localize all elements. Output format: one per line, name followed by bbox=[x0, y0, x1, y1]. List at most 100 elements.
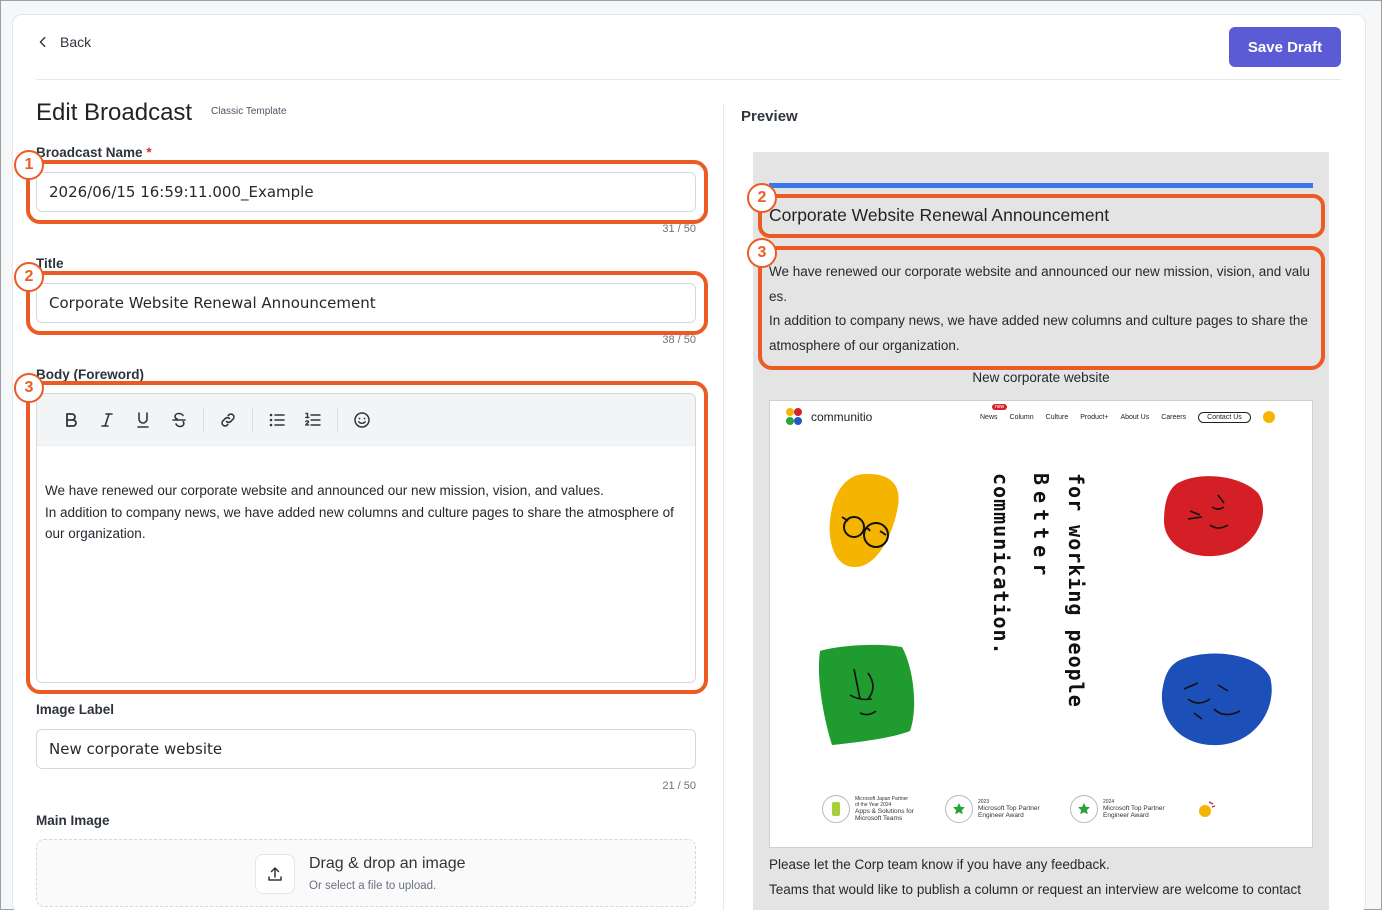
annotation-marker-2: 2 bbox=[14, 262, 44, 292]
emoji-icon bbox=[354, 411, 370, 428]
italic-button[interactable] bbox=[89, 404, 125, 436]
preview-body: We have renewed our corporate website an… bbox=[769, 260, 1315, 359]
preview-panel: Corporate Website Renewal Announcement W… bbox=[753, 152, 1329, 910]
new-badge: new bbox=[992, 404, 1008, 410]
required-mark: * bbox=[146, 145, 152, 160]
template-tag: Classic Template bbox=[211, 106, 287, 117]
toolbar-separator bbox=[337, 406, 338, 433]
title-input[interactable]: Corporate Website Renewal Announcement bbox=[36, 283, 696, 323]
image-dropzone[interactable]: Drag & drop an image Or select a file to… bbox=[36, 839, 696, 907]
header-divider bbox=[36, 79, 1341, 80]
upload-button[interactable] bbox=[255, 854, 295, 894]
laurel-icon bbox=[822, 795, 850, 823]
site-tagline-line: communication. bbox=[989, 473, 1013, 656]
editor-toolbar bbox=[37, 394, 695, 446]
mascot-icon bbox=[1199, 801, 1216, 817]
numbered-list-button[interactable] bbox=[295, 404, 331, 436]
award-badge: Microsoft Japan Partner of the Year 2024… bbox=[822, 795, 935, 823]
title-value: Corporate Website Renewal Announcement bbox=[49, 294, 376, 312]
toolbar-separator bbox=[252, 406, 253, 433]
award-line: Microsoft Top Partner Engineer Award bbox=[1103, 805, 1165, 819]
italic-icon bbox=[101, 412, 113, 427]
title-counter: 38 / 50 bbox=[662, 334, 696, 346]
panel-divider bbox=[723, 104, 724, 910]
preview-accent-bar bbox=[769, 183, 1313, 188]
preview-body-line: In addition to company news, we have add… bbox=[769, 313, 1308, 354]
page-title: Edit Broadcast bbox=[36, 99, 193, 126]
preview-heading: Preview bbox=[741, 108, 798, 125]
editor-line: We have renewed our corporate website an… bbox=[45, 483, 604, 498]
strikethrough-button[interactable] bbox=[161, 404, 197, 436]
upload-icon bbox=[268, 867, 282, 881]
site-nav-item: News bbox=[980, 413, 998, 421]
award-text: Microsoft Japan Partner of the Year 2024… bbox=[855, 796, 935, 822]
site-nav-item: Careers bbox=[1161, 413, 1187, 421]
broadcast-name-value: 2026/06/15 16:59:11.000_Example bbox=[49, 183, 314, 201]
chevron-left-icon bbox=[39, 36, 46, 48]
preview-title: Corporate Website Renewal Announcement bbox=[769, 205, 1110, 225]
site-contact: Contact Us bbox=[1198, 411, 1251, 423]
annotation-marker-2: 2 bbox=[747, 183, 777, 213]
preview-footer-line: Please let the Corp team know if you hav… bbox=[769, 857, 1110, 872]
link-icon bbox=[221, 412, 235, 427]
site-tagline-line: Better bbox=[1029, 473, 1053, 582]
editor-line: In addition to company news, we have add… bbox=[45, 504, 674, 542]
site-awards: Microsoft Japan Partner of the Year 2024… bbox=[822, 795, 1217, 823]
preview-footer-line: Teams that would like to publish a colum… bbox=[769, 882, 1302, 910]
site-nav-item: About Us bbox=[1120, 413, 1150, 421]
blue-character-illustration bbox=[1161, 653, 1272, 746]
preview-main-image: communitio new News Column Culture Produ… bbox=[769, 400, 1313, 848]
broadcast-name-label-text: Broadcast Name bbox=[36, 145, 143, 160]
body-editor: We have renewed our corporate website an… bbox=[36, 393, 696, 683]
award-badge: 2024 Microsoft Top Partner Engineer Awar… bbox=[1070, 795, 1185, 823]
broadcast-name-counter: 31 / 50 bbox=[662, 223, 696, 235]
emoji-button[interactable] bbox=[344, 404, 380, 436]
bullet-list-icon bbox=[269, 413, 285, 426]
award-line: Apps & Solutions for Microsoft Teams bbox=[855, 808, 914, 822]
preview-body-line: We have renewed our corporate website an… bbox=[769, 264, 1310, 304]
broadcast-name-label: Broadcast Name * bbox=[36, 145, 152, 160]
numbered-list-icon bbox=[305, 412, 321, 426]
dropzone-title: Drag & drop an image bbox=[309, 855, 466, 872]
image-label-input[interactable]: New corporate website bbox=[36, 729, 696, 769]
star-icon bbox=[945, 795, 973, 823]
toolbar-separator bbox=[203, 406, 204, 433]
red-character-illustration bbox=[1164, 476, 1264, 557]
broadcast-name-input[interactable]: 2026/06/15 16:59:11.000_Example bbox=[36, 172, 696, 212]
image-label-label: Image Label bbox=[36, 702, 115, 717]
back-label: Back bbox=[60, 34, 92, 50]
site-tagline-line: for working people bbox=[1064, 473, 1088, 708]
strikethrough-icon bbox=[172, 412, 186, 427]
yellow-character-illustration bbox=[829, 473, 899, 568]
award-line: Microsoft Top Partner Engineer Award bbox=[978, 805, 1040, 819]
annotation-marker-1: 1 bbox=[14, 150, 44, 180]
main-image-label: Main Image bbox=[36, 813, 110, 828]
award-badge: 2023 Microsoft Top Partner Engineer Awar… bbox=[945, 795, 1060, 823]
bold-icon bbox=[66, 412, 77, 427]
image-label-value: New corporate website bbox=[49, 740, 223, 758]
dropzone-subtitle: Or select a file to upload. bbox=[309, 880, 437, 892]
link-button[interactable] bbox=[210, 404, 246, 436]
annotation-marker-3: 3 bbox=[747, 238, 777, 268]
site-nav-item: Product+ bbox=[1080, 413, 1109, 421]
site-logo-text: communitio bbox=[811, 410, 873, 424]
underline-icon bbox=[137, 411, 149, 428]
bullet-list-button[interactable] bbox=[259, 404, 295, 436]
green-character-illustration bbox=[818, 644, 915, 745]
save-draft-button[interactable]: Save Draft bbox=[1229, 27, 1341, 67]
site-nav-item: Column bbox=[1009, 413, 1034, 421]
site-nav: News Column Culture Product+ About Us Ca… bbox=[980, 411, 1275, 423]
award-text: 2023 Microsoft Top Partner Engineer Awar… bbox=[978, 799, 1060, 819]
preview-footer: Please let the Corp team know if you hav… bbox=[769, 852, 1317, 910]
communitio-logo-icon bbox=[786, 408, 802, 425]
body-label: Body (Foreword) bbox=[36, 367, 144, 382]
editor-content[interactable]: We have renewed our corporate website an… bbox=[37, 446, 695, 545]
preview-image-label: New corporate website bbox=[972, 370, 1110, 385]
award-text: 2024 Microsoft Top Partner Engineer Awar… bbox=[1103, 799, 1185, 819]
site-nav-item: Culture bbox=[1045, 413, 1069, 421]
site-logo: communitio bbox=[784, 407, 872, 427]
bold-button[interactable] bbox=[53, 404, 89, 436]
image-label-counter: 21 / 50 bbox=[662, 780, 696, 792]
underline-button[interactable] bbox=[125, 404, 161, 436]
back-link[interactable]: Back bbox=[36, 34, 91, 50]
